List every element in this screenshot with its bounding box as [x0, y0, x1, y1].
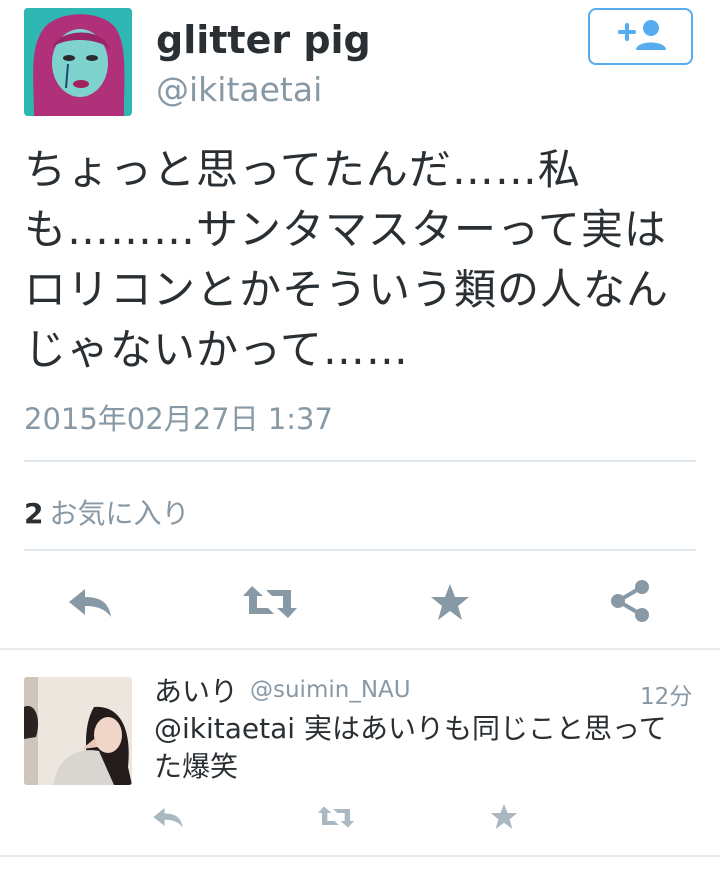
reply-time: 12分 — [640, 684, 693, 710]
retweet-button[interactable] — [240, 580, 300, 624]
favorite-button[interactable] — [420, 580, 480, 624]
share-button[interactable] — [600, 578, 660, 624]
reply-favorite-button[interactable] — [482, 800, 526, 832]
reply-button[interactable] — [60, 580, 120, 624]
retweet-icon — [243, 586, 297, 618]
favorites-stat[interactable]: 2 お気に入り — [24, 492, 190, 532]
tweet-timestamp: 2015年02月27日 1:37 — [24, 402, 333, 436]
favorites-count: 2 — [24, 497, 44, 530]
reply-icon — [69, 589, 111, 617]
reply-text: @ikitaetai 実はあいりも同じこと思ってた爆笑 — [154, 710, 694, 786]
share-icon — [611, 580, 649, 622]
author-display-name[interactable]: glitter pig — [156, 18, 371, 62]
author-avatar[interactable] — [24, 8, 132, 116]
divider — [0, 648, 720, 650]
follow-button[interactable] — [588, 8, 693, 65]
reply-reply-button[interactable] — [146, 802, 190, 832]
reply-icon — [153, 807, 183, 828]
retweet-icon — [318, 806, 354, 828]
divider — [24, 460, 696, 462]
favorite-star-icon — [431, 584, 469, 620]
divider — [24, 549, 696, 551]
favorites-label: お気に入り — [49, 497, 190, 530]
reply-author-name[interactable]: あいり — [154, 670, 238, 710]
divider — [0, 855, 720, 857]
reply-author-avatar[interactable] — [24, 677, 132, 785]
add-user-icon — [614, 18, 668, 56]
reply-retweet-button[interactable] — [314, 802, 358, 832]
reply-author-handle[interactable]: @suimin_NAU — [250, 677, 411, 703]
author-handle[interactable]: @ikitaetai — [156, 70, 322, 109]
favorite-star-icon — [490, 803, 518, 829]
reply-mention[interactable]: @ikitaetai — [154, 712, 295, 745]
tweet-text: ちょっと思ってたんだ……私も………サンタマスターって実はロリコンとかそういう類の… — [24, 145, 670, 374]
